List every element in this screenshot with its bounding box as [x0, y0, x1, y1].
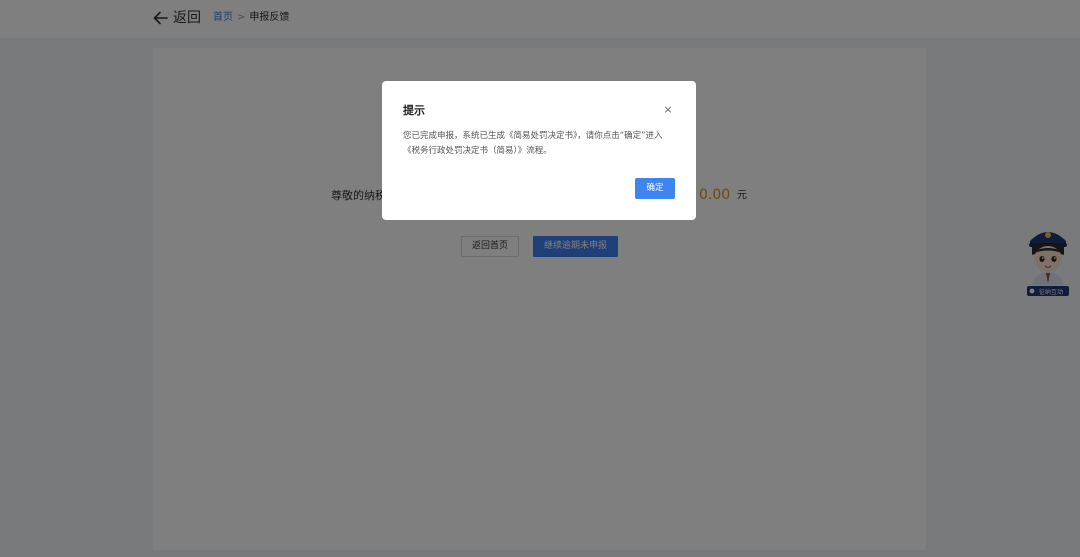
prompt-dialog: 提示 × 您已完成申报，系统已生成《简易处罚决定书》，请你点击“确定”进入《税务… [382, 81, 696, 220]
dialog-title: 提示 [403, 104, 425, 117]
close-icon[interactable]: × [663, 103, 673, 117]
confirm-button[interactable]: 确定 [635, 178, 675, 199]
dialog-message: 您已完成申报，系统已生成《简易处罚决定书》，请你点击“确定”进入《税务行政处罚决… [403, 131, 663, 156]
